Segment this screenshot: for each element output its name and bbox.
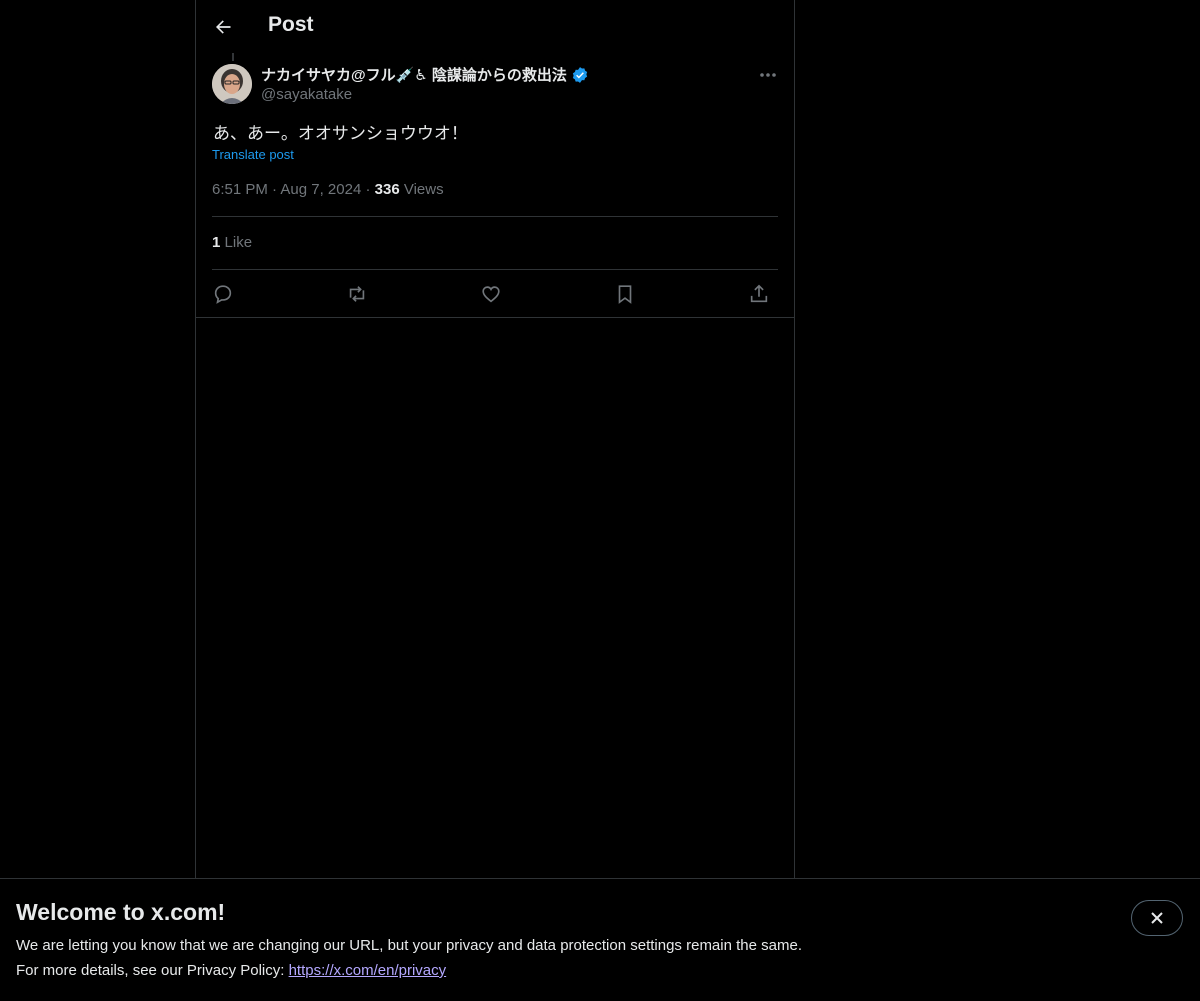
bookmark-icon (618, 285, 632, 304)
bookmark-button[interactable] (610, 279, 640, 309)
heart-icon (482, 286, 500, 303)
likes-count: 1 (212, 234, 221, 251)
views-label: Views (403, 181, 444, 198)
main-column: Post ナカイサヤカ@フル💉♿ 陰謀論からの救出法 @sayakatake あ… (195, 0, 795, 878)
divider (212, 269, 778, 270)
more-icon (760, 73, 776, 77)
divider (196, 317, 794, 318)
privacy-policy-link[interactable]: https://x.com/en/privacy (289, 962, 447, 979)
banner-message: We are letting you know that we are chan… (16, 937, 802, 954)
repost-icon (349, 286, 365, 302)
reply-button[interactable] (208, 279, 238, 309)
likes-label: Like (224, 234, 253, 251)
avatar-image (212, 64, 252, 104)
welcome-banner: Welcome to x.com! We are letting you kno… (0, 878, 1200, 1001)
banner-title: Welcome to x.com! (16, 899, 226, 925)
author-handle[interactable]: @sayakatake (261, 86, 352, 103)
divider (212, 216, 778, 217)
author-name[interactable]: ナカイサヤカ@フル💉♿ 陰謀論からの救出法 (261, 64, 589, 85)
page-title: Post (268, 13, 314, 36)
more-options-button[interactable] (751, 62, 785, 88)
arrow-left-icon (216, 20, 231, 34)
thread-line (232, 53, 234, 61)
verified-badge-icon (571, 66, 589, 84)
close-banner-button[interactable] (1131, 900, 1183, 936)
banner-details: For more details, see our Privacy Policy… (16, 962, 446, 979)
like-button[interactable] (476, 279, 506, 309)
avatar[interactable] (212, 64, 252, 104)
translate-post-link[interactable]: Translate post (212, 147, 294, 162)
post-time[interactable]: 6:51 PM (212, 181, 268, 198)
reply-icon (214, 285, 232, 304)
header: Post (196, 0, 794, 53)
share-button[interactable] (744, 279, 774, 309)
post-actions (212, 279, 778, 309)
author-name-text: ナカイサヤカ@フル💉♿ 陰謀論からの救出法 (261, 67, 567, 84)
post-meta: 6:51 PM · Aug 7, 2024 · 336 Views (212, 181, 444, 198)
banner-details-text: For more details, see our Privacy Policy… (16, 962, 289, 979)
back-button[interactable] (206, 10, 240, 44)
post-date[interactable]: Aug 7, 2024 (280, 181, 361, 198)
views-count: 336 (374, 181, 400, 198)
share-icon (750, 284, 768, 303)
likes-summary[interactable]: 1 Like (212, 234, 252, 251)
close-icon (1151, 912, 1163, 924)
post-text: あ、あー。オオサンショウウオ！ (213, 124, 468, 143)
repost-button[interactable] (342, 279, 372, 309)
